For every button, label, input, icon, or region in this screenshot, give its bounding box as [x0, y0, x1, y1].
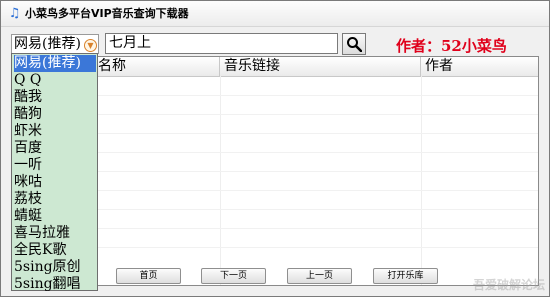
open-library-button[interactable]: 打开乐库 [373, 268, 438, 284]
column-header-author[interactable]: 作者 [421, 57, 538, 76]
source-select-value: 网易(推荐) [14, 36, 81, 52]
dropdown-option-quanmin-kge[interactable]: 全民K歌 [14, 242, 96, 259]
grid-line [220, 76, 221, 285]
first-page-button[interactable]: 首页 [116, 268, 181, 284]
dropdown-option-kugou[interactable]: 酷狗 [14, 106, 96, 123]
search-input[interactable]: 七月上 [105, 33, 338, 54]
dropdown-option-5sing-cover[interactable]: 5sing翻唱 [14, 276, 96, 293]
prev-page-button[interactable]: 上一页 [287, 268, 352, 284]
dropdown-option-xiami[interactable]: 虾米 [14, 123, 96, 140]
next-page-button[interactable]: 下一页 [201, 268, 266, 284]
dropdown-option-lizhi[interactable]: 荔枝 [14, 191, 96, 208]
dropdown-option-kuwo[interactable]: 酷我 [14, 89, 96, 106]
column-header-link[interactable]: 音乐链接 [220, 57, 421, 76]
client-area: 网易(推荐) ▼ 七月上 作者：52小菜鸟 名称 音乐链接 作者 网易(推荐) … [1, 27, 549, 296]
chevron-down-icon[interactable]: ▼ [84, 39, 97, 52]
author-label: 作者：52小菜鸟 [396, 37, 507, 55]
dropdown-option-netease[interactable]: 网易(推荐) [14, 55, 96, 72]
title-bar: ♫ 小菜鸟多平台VIP音乐查询下载器 [1, 1, 549, 27]
dropdown-option-ximalaya[interactable]: 喜马拉雅 [14, 225, 96, 242]
window-title: 小菜鸟多平台VIP音乐查询下载器 [25, 7, 189, 20]
source-dropdown-list[interactable]: 网易(推荐) Q Q 酷我 酷狗 虾米 百度 一听 咪咕 荔枝 蜻蜓 喜马拉雅 … [11, 53, 98, 293]
dropdown-option-qq[interactable]: Q Q [14, 72, 96, 89]
search-button[interactable] [342, 33, 366, 55]
dropdown-option-5sing-original[interactable]: 5sing原创 [14, 259, 96, 276]
dropdown-option-migu[interactable]: 咪咕 [14, 174, 96, 191]
dropdown-option-qingting[interactable]: 蜻蜓 [14, 208, 96, 225]
watermark: 吾爱破解论坛 [472, 278, 545, 292]
app-window: ♫ 小菜鸟多平台VIP音乐查询下载器 网易(推荐) ▼ 七月上 作者：52小菜鸟… [0, 0, 550, 297]
source-select[interactable]: 网易(推荐) ▼ [11, 34, 99, 54]
dropdown-option-yiting[interactable]: 一听 [14, 157, 96, 174]
grid-line [421, 76, 422, 285]
search-icon [347, 37, 362, 52]
dropdown-option-baidu[interactable]: 百度 [14, 140, 96, 157]
music-note-icon: ♫ [8, 6, 21, 21]
